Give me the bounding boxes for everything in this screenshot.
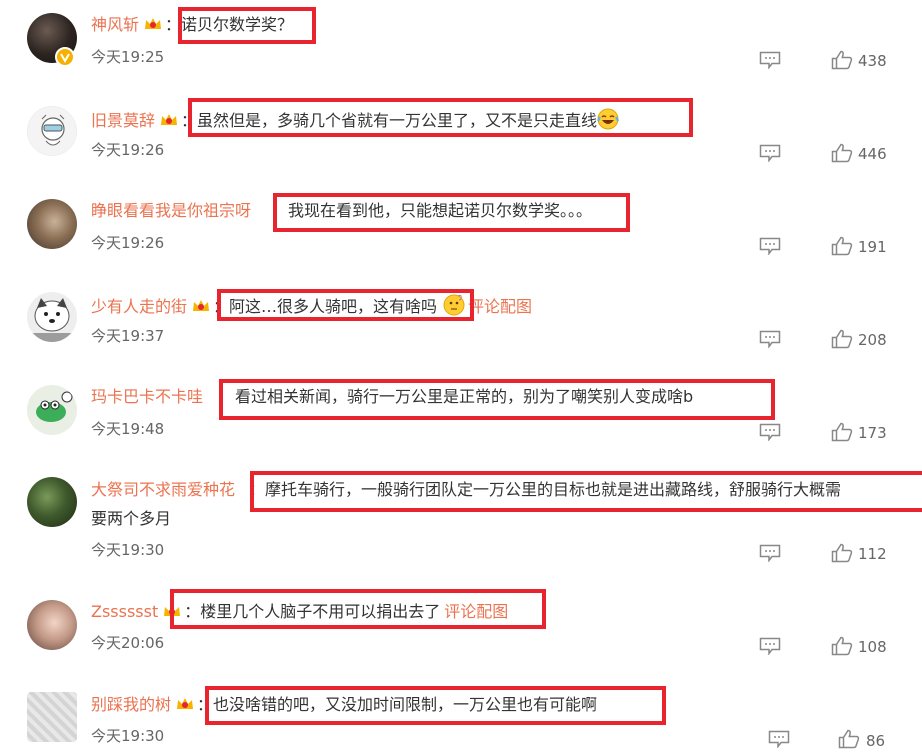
comment-line: Zsssssst ：楼里几个人脑子不用可以捐出去了 评论配图	[91, 602, 508, 622]
comment-item: 神风斩 ：诺贝尔数学奖？ 今天19:25 438	[0, 0, 922, 93]
like-icon[interactable]	[831, 422, 853, 442]
avatar[interactable]	[27, 385, 77, 435]
comment-line: 神风斩 ：诺贝尔数学奖？	[91, 15, 293, 35]
reply-icon[interactable]	[768, 730, 790, 748]
reply-icon[interactable]	[759, 637, 781, 655]
username[interactable]: 旧景莫辞	[91, 111, 155, 130]
comment-item: 大祭司不求雨爱种花 ：摩托车骑行，一般骑行团队定一万公里的目标也就是进出藏路线，舒…	[0, 465, 922, 588]
comment-text: 虽然但是，多骑几个省就有一万公里了，又不是只走直线	[197, 111, 598, 130]
colon: ：	[213, 297, 230, 316]
timestamp: 今天19:30	[91, 541, 165, 559]
comment-line: 大祭司不求雨爱种花 ：摩托车骑行，一般骑行团队定一万公里的目标也就是进出藏路线，舒…	[91, 480, 841, 500]
comment-image-link[interactable]: 评论配图	[444, 602, 508, 621]
username[interactable]: 大祭司不求雨爱种花	[91, 480, 235, 499]
comment-text-continued: 要两个多月	[91, 509, 172, 528]
like-count: 112	[858, 545, 887, 563]
timestamp: 今天19:37	[91, 327, 165, 345]
like-count: 438	[858, 52, 887, 70]
comment-line: 睁眼看看我是你祖宗呀	[91, 201, 251, 221]
username[interactable]: 睁眼看看我是你祖宗呀	[91, 201, 251, 220]
like-count: 108	[858, 638, 887, 656]
avatar[interactable]	[27, 106, 77, 156]
comment-line: 我现在看到他，只能想起诺贝尔数学奖。。。	[288, 201, 592, 221]
avatar[interactable]	[27, 292, 77, 342]
comment-item: 别踩我的树 ：也没啥错的吧，又没加时间限制，一万公里也有可能啊 今天19:30 8…	[0, 681, 922, 753]
comment-line: 旧景莫辞 ：虽然但是，多骑几个省就有一万公里了，又不是只走直线	[91, 108, 619, 131]
comment-line: 别踩我的树 ：也没啥错的吧，又没加时间限制，一万公里也有可能啊	[91, 695, 597, 715]
comment-line: 看过相关新闻，骑行一万公里是正常的，别为了嘲笑别人变成啥b	[235, 387, 693, 407]
thinking-emoji-icon	[443, 294, 465, 316]
username[interactable]: 少有人走的街	[91, 297, 187, 316]
vip-crown-icon	[175, 696, 195, 712]
like-count: 208	[858, 331, 887, 349]
comment-item: 玛卡巴卡不卡哇 看过相关新闻，骑行一万公里是正常的，别为了嘲笑别人变成啥b 今天…	[0, 372, 922, 465]
username[interactable]: 神风斩	[91, 15, 139, 34]
comment-text: 阿这…很多人骑吧，这有啥吗	[229, 297, 438, 316]
like-count: 86	[866, 732, 886, 750]
vip-crown-icon	[191, 298, 211, 314]
comment-line: 玛卡巴卡不卡哇	[91, 387, 203, 407]
avatar[interactable]	[27, 199, 77, 249]
comment-item: 旧景莫辞 ：虽然但是，多骑几个省就有一万公里了，又不是只走直线 今天19:26 4…	[0, 93, 922, 186]
reply-icon[interactable]	[759, 51, 781, 69]
timestamp: 今天19:25	[91, 48, 165, 66]
avatar[interactable]	[27, 600, 77, 650]
like-icon[interactable]	[838, 729, 860, 749]
comment-text: 也没啥错的吧，又没加时间限制，一万公里也有可能啊	[213, 695, 598, 714]
laughing-emoji-icon	[597, 108, 619, 130]
like-icon[interactable]	[831, 50, 853, 70]
like-count: 173	[858, 424, 887, 442]
comment-text: 楼里几个人脑子不用可以捐出去了	[200, 602, 441, 621]
timestamp: 今天19:26	[91, 234, 165, 252]
comment-text: 诺贝尔数学奖？	[181, 15, 294, 34]
comment-text: 摩托车骑行，一般骑行团队定一万公里的目标也就是进出藏路线，舒服骑行大概需	[265, 480, 842, 499]
comment-item: 睁眼看看我是你祖宗呀 我现在看到他，只能想起诺贝尔数学奖。。。 今天19:26 …	[0, 186, 922, 279]
timestamp: 今天19:30	[91, 727, 165, 745]
vip-crown-icon	[143, 16, 163, 32]
reply-icon[interactable]	[759, 144, 781, 162]
reply-icon[interactable]	[759, 237, 781, 255]
verified-badge-icon	[55, 47, 75, 67]
username[interactable]: 别踩我的树	[91, 695, 171, 714]
colon: ：	[181, 111, 198, 130]
comment-text: 我现在看到他，只能想起诺贝尔数学奖。。。	[288, 201, 593, 220]
reply-icon[interactable]	[759, 423, 781, 441]
like-icon[interactable]	[831, 329, 853, 349]
comment-text: 看过相关新闻，骑行一万公里是正常的，别为了嘲笑别人变成啥b	[235, 387, 694, 406]
timestamp: 今天20:06	[91, 634, 165, 652]
reply-icon[interactable]	[759, 544, 781, 562]
timestamp: 今天19:26	[91, 141, 165, 159]
username[interactable]: 玛卡巴卡不卡哇	[91, 387, 203, 406]
like-icon[interactable]	[831, 636, 853, 656]
like-count: 191	[858, 238, 887, 256]
colon: ：	[165, 15, 182, 34]
like-icon[interactable]	[831, 543, 853, 563]
vip-crown-icon	[159, 112, 179, 128]
like-icon[interactable]	[831, 236, 853, 256]
comment-item: 少有人走的街 ：阿这…很多人骑吧，这有啥吗 评论配图 今天19:37 208	[0, 279, 922, 372]
colon: ：	[184, 602, 201, 621]
username[interactable]: Zsssssst	[91, 602, 158, 621]
avatar[interactable]	[27, 477, 77, 527]
comment-line-2: 要两个多月	[91, 509, 171, 529]
comment-item: Zsssssst ：楼里几个人脑子不用可以捐出去了 评论配图 今天20:06 108	[0, 588, 922, 681]
avatar[interactable]	[27, 692, 77, 742]
comment-image-link[interactable]: 评论配图	[468, 297, 532, 316]
like-count: 446	[858, 145, 887, 163]
comment-line: 少有人走的街 ：阿这…很多人骑吧，这有啥吗 评论配图	[91, 294, 532, 317]
colon: ：	[249, 480, 266, 499]
timestamp: 今天19:48	[91, 420, 165, 438]
like-icon[interactable]	[831, 143, 853, 163]
reply-icon[interactable]	[759, 330, 781, 348]
colon: ：	[197, 695, 214, 714]
vip-crown-icon	[162, 603, 182, 619]
